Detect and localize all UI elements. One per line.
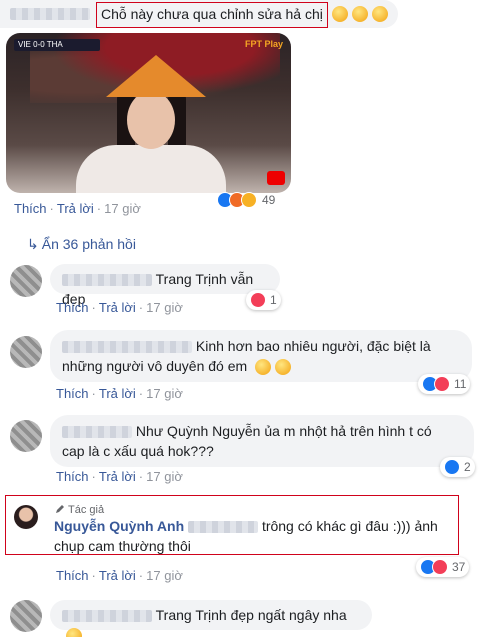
separator: · (49, 201, 54, 216)
love-reaction-icon (432, 559, 448, 575)
reply-text: ủa m nhột hả trên hình t có (264, 423, 432, 439)
reaction-count: 11 (454, 377, 467, 391)
blurred-username (62, 341, 192, 354)
separator: · (91, 469, 96, 484)
separator: · (96, 201, 102, 216)
separator: · (138, 469, 144, 484)
broadcaster-logo: FPT Play (244, 39, 283, 49)
play-icon (267, 171, 285, 185)
reply-bubble: Như Quỳnh Nguyễn ủa m nhột hả trên hình … (50, 415, 474, 467)
author-avatar[interactable] (14, 505, 38, 529)
blurred-username (62, 274, 152, 287)
reply-reactions[interactable]: 2 (440, 457, 475, 477)
like-link[interactable]: Thích (56, 300, 89, 315)
reply-actions: Thích · Trả lời · 17 giờ (56, 568, 183, 583)
reply-link[interactable]: Trả lời (99, 300, 136, 315)
baby-emoji-icon (332, 6, 348, 23)
separator: · (91, 386, 96, 401)
avatar[interactable] (10, 265, 42, 297)
top-comment-actions: Thích · Trả lời · 17 giờ (14, 201, 141, 216)
blurred-username (10, 8, 90, 20)
reply-text: cap là c xấu quá hok??? (62, 443, 214, 459)
mention-link[interactable]: Trang Trịnh (156, 271, 227, 287)
like-link[interactable]: Thích (56, 568, 89, 583)
photo-subject (76, 145, 226, 193)
haha-reaction-icon (241, 192, 257, 208)
separator: · (138, 386, 144, 401)
mention-link[interactable]: Như Quỳnh Nguyễn (136, 423, 261, 439)
heart-eyes-emoji-icon (66, 628, 82, 637)
separator: · (91, 300, 96, 315)
reaction-count: 49 (262, 193, 276, 207)
reply-reactions[interactable]: 1 (246, 290, 281, 310)
author-name-link[interactable]: Nguyễn Quỳnh Anh (54, 518, 184, 534)
avatar[interactable] (10, 336, 42, 368)
reply-actions: Thích · Trả lời · 17 giờ (56, 386, 183, 401)
top-comment-text: Chỗ này chưa qua chỉnh sửa hả chị (101, 6, 323, 22)
reply-bubble: Trang Trịnh đẹp ngất ngây nha (50, 600, 372, 637)
reaction-count: 1 (270, 293, 277, 307)
reply-bubble: Kinh hơn bao nhiêu người, đặc biệt là nh… (50, 330, 472, 382)
separator: · (91, 568, 96, 583)
separator: · (138, 300, 144, 315)
reply-actions: Thích · Trả lời · 17 giờ (56, 300, 183, 315)
reply-bubble: Trang Trịnh vẫn đẹp (50, 264, 280, 307)
conical-hat (106, 55, 206, 97)
baby-emoji-icon (352, 6, 368, 23)
mention-link[interactable]: Trang Trịnh (156, 607, 227, 623)
reply-reactions[interactable]: 37 (416, 557, 470, 577)
timestamp[interactable]: 17 giờ (146, 469, 183, 484)
like-link[interactable]: Thích (56, 386, 89, 401)
reaction-count: 37 (452, 560, 466, 574)
like-link[interactable]: Thích (14, 201, 47, 216)
top-comment-reactions[interactable]: 49 (217, 190, 275, 210)
laughing-emoji-icon (255, 359, 272, 376)
timestamp[interactable]: 17 giờ (146, 386, 183, 401)
blurred-username (188, 521, 259, 534)
hide-replies-link[interactable]: ↳ Ẩn 36 phản hồi (27, 236, 136, 253)
photo-subject-face (127, 91, 175, 149)
upside-down-emoji-icon (275, 359, 292, 376)
scoreboard: VIE 0-0 THA (14, 39, 100, 51)
reply-link[interactable]: Trả lời (99, 469, 136, 484)
timestamp[interactable]: 17 giờ (146, 300, 183, 315)
reply-text: những người vô duyên đó em (62, 358, 248, 374)
hide-replies-label: Ẩn 36 phản hồi (41, 236, 136, 252)
separator: · (138, 568, 144, 583)
love-reaction-icon (250, 292, 266, 308)
reply-link[interactable]: Trả lời (99, 386, 136, 401)
top-comment-emojis (328, 5, 388, 23)
avatar[interactable] (10, 420, 42, 452)
attached-photo[interactable]: VIE 0-0 THA FPT Play (6, 33, 291, 193)
avatar[interactable] (10, 600, 42, 632)
reply-reactions[interactable]: 11 (418, 374, 471, 394)
reply-link[interactable]: Trả lời (99, 568, 136, 583)
blurred-username (62, 610, 152, 623)
reaction-count: 2 (464, 460, 471, 474)
reply-text: Kinh hơn bao nhiêu người, đặc biệt là (195, 338, 431, 354)
reply-text: đẹp ngất ngây nha (230, 607, 347, 623)
reply-text: trông có khác gì đâu :))) ảnh (261, 518, 438, 534)
baby-emoji-icon (372, 6, 388, 23)
reply-arrow-icon: ↳ (27, 236, 39, 252)
reply-text: chụp cam thường thôi (54, 538, 191, 554)
timestamp[interactable]: 17 giờ (146, 568, 183, 583)
reply-actions: Thích · Trả lời · 17 giờ (56, 469, 183, 484)
author-badge: Tác giả (55, 504, 104, 516)
timestamp[interactable]: 17 giờ (104, 201, 141, 216)
like-reaction-icon (444, 459, 460, 475)
like-link[interactable]: Thích (56, 469, 89, 484)
blurred-username (62, 426, 132, 439)
reply-bubble: Nguyễn Quỳnh Anh trông có khác gì đâu :)… (48, 516, 458, 560)
love-reaction-icon (434, 376, 450, 392)
reply-link[interactable]: Trả lời (57, 201, 94, 216)
author-badge-label: Tác giả (68, 504, 105, 516)
pencil-icon (56, 505, 64, 513)
